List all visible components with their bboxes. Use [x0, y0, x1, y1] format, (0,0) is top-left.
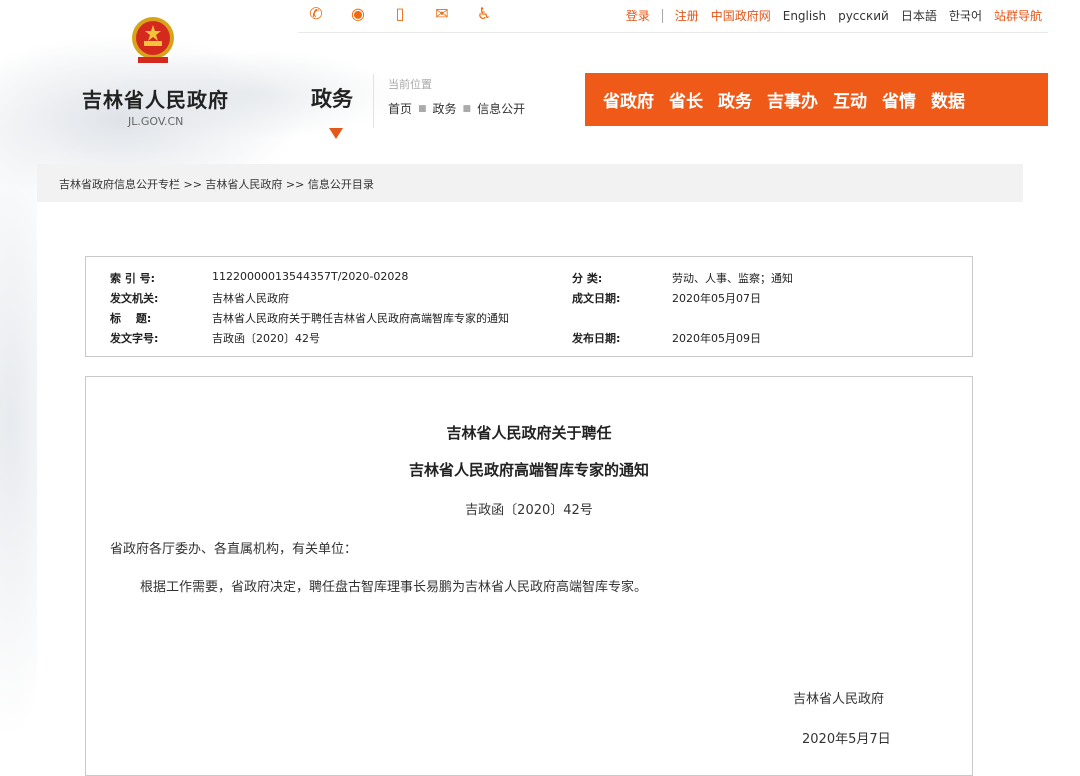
russian-link[interactable]: русский: [838, 9, 889, 23]
separator-dot: ■: [418, 103, 427, 114]
sitemap-link[interactable]: 站群导航: [994, 7, 1042, 24]
location-affairs-link[interactable]: 政务: [433, 100, 457, 117]
japanese-link[interactable]: 日本語: [901, 7, 937, 24]
nav-item-affairs[interactable]: 政务: [718, 87, 752, 112]
index-label: 索 引 号:: [110, 272, 156, 285]
document-title-line1: 吉林省人民政府关于聘任: [446, 424, 612, 442]
nav-item-government[interactable]: 省政府: [603, 87, 654, 112]
location-label: 当前位置: [388, 78, 432, 91]
document-meta-table: 索 引 号: 11220000013544357T/2020-02028 分 类…: [85, 256, 973, 357]
gov-portal-link[interactable]: 中国政府网: [711, 7, 771, 24]
english-link[interactable]: English: [783, 9, 826, 23]
separator-dot: ■: [462, 103, 472, 114]
index-value: 11220000013544357T/2020-02028: [212, 270, 409, 283]
document-body: 吉林省人民政府关于聘任 吉林省人民政府高端智库专家的通知 吉政函〔2020〕42…: [85, 376, 973, 776]
doc-number-value: 吉政函〔2020〕42号: [212, 332, 320, 345]
document-paragraph: 根据工作需要，省政府决定，聘任盘古智库理事长易鹏为吉林省人民政府高端智库专家。: [140, 580, 648, 595]
login-link[interactable]: 登录: [626, 7, 650, 24]
top-utility-bar: ✆ ◉ ▯ ✉ ♿ 登录 注册 中国政府网 English русский 日本…: [298, 0, 1048, 33]
issuer-value: 吉林省人民政府: [212, 292, 289, 305]
divider: [373, 74, 374, 128]
divider: [661, 8, 663, 23]
nav-item-governor[interactable]: 省长: [669, 87, 703, 112]
site-title[interactable]: 吉林省人民政府: [82, 84, 229, 113]
social-icons: ✆ ◉ ▯ ✉ ♿: [306, 4, 494, 23]
section-name: 政务: [311, 87, 353, 111]
category-value: 劳动、人事、监察；通知: [672, 272, 793, 285]
document-date: 2020年5月7日: [802, 732, 891, 747]
document-salutation: 省政府各厅委办、各直属机构，有关单位：: [110, 542, 358, 557]
mail-icon[interactable]: ✉: [432, 4, 452, 23]
issuer-label: 发文机关:: [110, 292, 159, 305]
doc-number-label: 发文字号:: [110, 332, 159, 345]
weibo-icon[interactable]: ◉: [348, 4, 368, 23]
register-link[interactable]: 注册: [675, 7, 699, 24]
korean-link[interactable]: 한국어: [949, 7, 982, 24]
title-value: 吉林省人民政府关于聘任吉林省人民政府高端智库专家的通知: [212, 312, 509, 325]
mobile-icon[interactable]: ▯: [390, 4, 410, 23]
nav-item-interaction[interactable]: 互动: [833, 87, 867, 112]
written-date-value: 2020年05月07日: [672, 292, 761, 305]
publish-date-label: 发布日期:: [572, 332, 621, 345]
publish-date-value: 2020年05月09日: [672, 332, 761, 345]
location-info-link[interactable]: 信息公开: [477, 100, 525, 117]
document-title-line2: 吉林省人民政府高端智库专家的通知: [408, 461, 649, 479]
nav-item-data[interactable]: 数据: [931, 87, 965, 112]
document-signature: 吉林省人民政府: [793, 692, 885, 707]
location-path: 首页 ■ 政务 ■ 信息公开: [388, 100, 525, 117]
main-nav: 省政府 省长 政务 吉事办 互动 省情 数据: [585, 73, 1048, 126]
nav-item-services[interactable]: 吉事办: [767, 87, 818, 112]
wechat-icon[interactable]: ✆: [306, 4, 326, 23]
section-arrow-icon: [329, 128, 343, 139]
breadcrumb-text[interactable]: 吉林省政府信息公开专栏 >> 吉林省人民政府 >> 信息公开目录: [59, 176, 374, 192]
written-date-label: 成文日期:: [572, 292, 621, 305]
document-number: 吉政函〔2020〕42号: [465, 503, 593, 518]
nav-item-province-info[interactable]: 省情: [882, 87, 916, 112]
site-domain: JL.GOV.CN: [128, 115, 184, 128]
location-home-link[interactable]: 首页: [388, 100, 412, 117]
top-links: 登录 注册 中国政府网 English русский 日本語 한국어 站群导航: [626, 7, 1042, 24]
accessibility-icon[interactable]: ♿: [474, 4, 494, 23]
category-label: 分 类:: [572, 272, 603, 285]
breadcrumb: 吉林省政府信息公开专栏 >> 吉林省人民政府 >> 信息公开目录: [37, 164, 1023, 202]
national-emblem-icon[interactable]: [128, 14, 178, 66]
title-label: 标 题:: [110, 312, 152, 325]
